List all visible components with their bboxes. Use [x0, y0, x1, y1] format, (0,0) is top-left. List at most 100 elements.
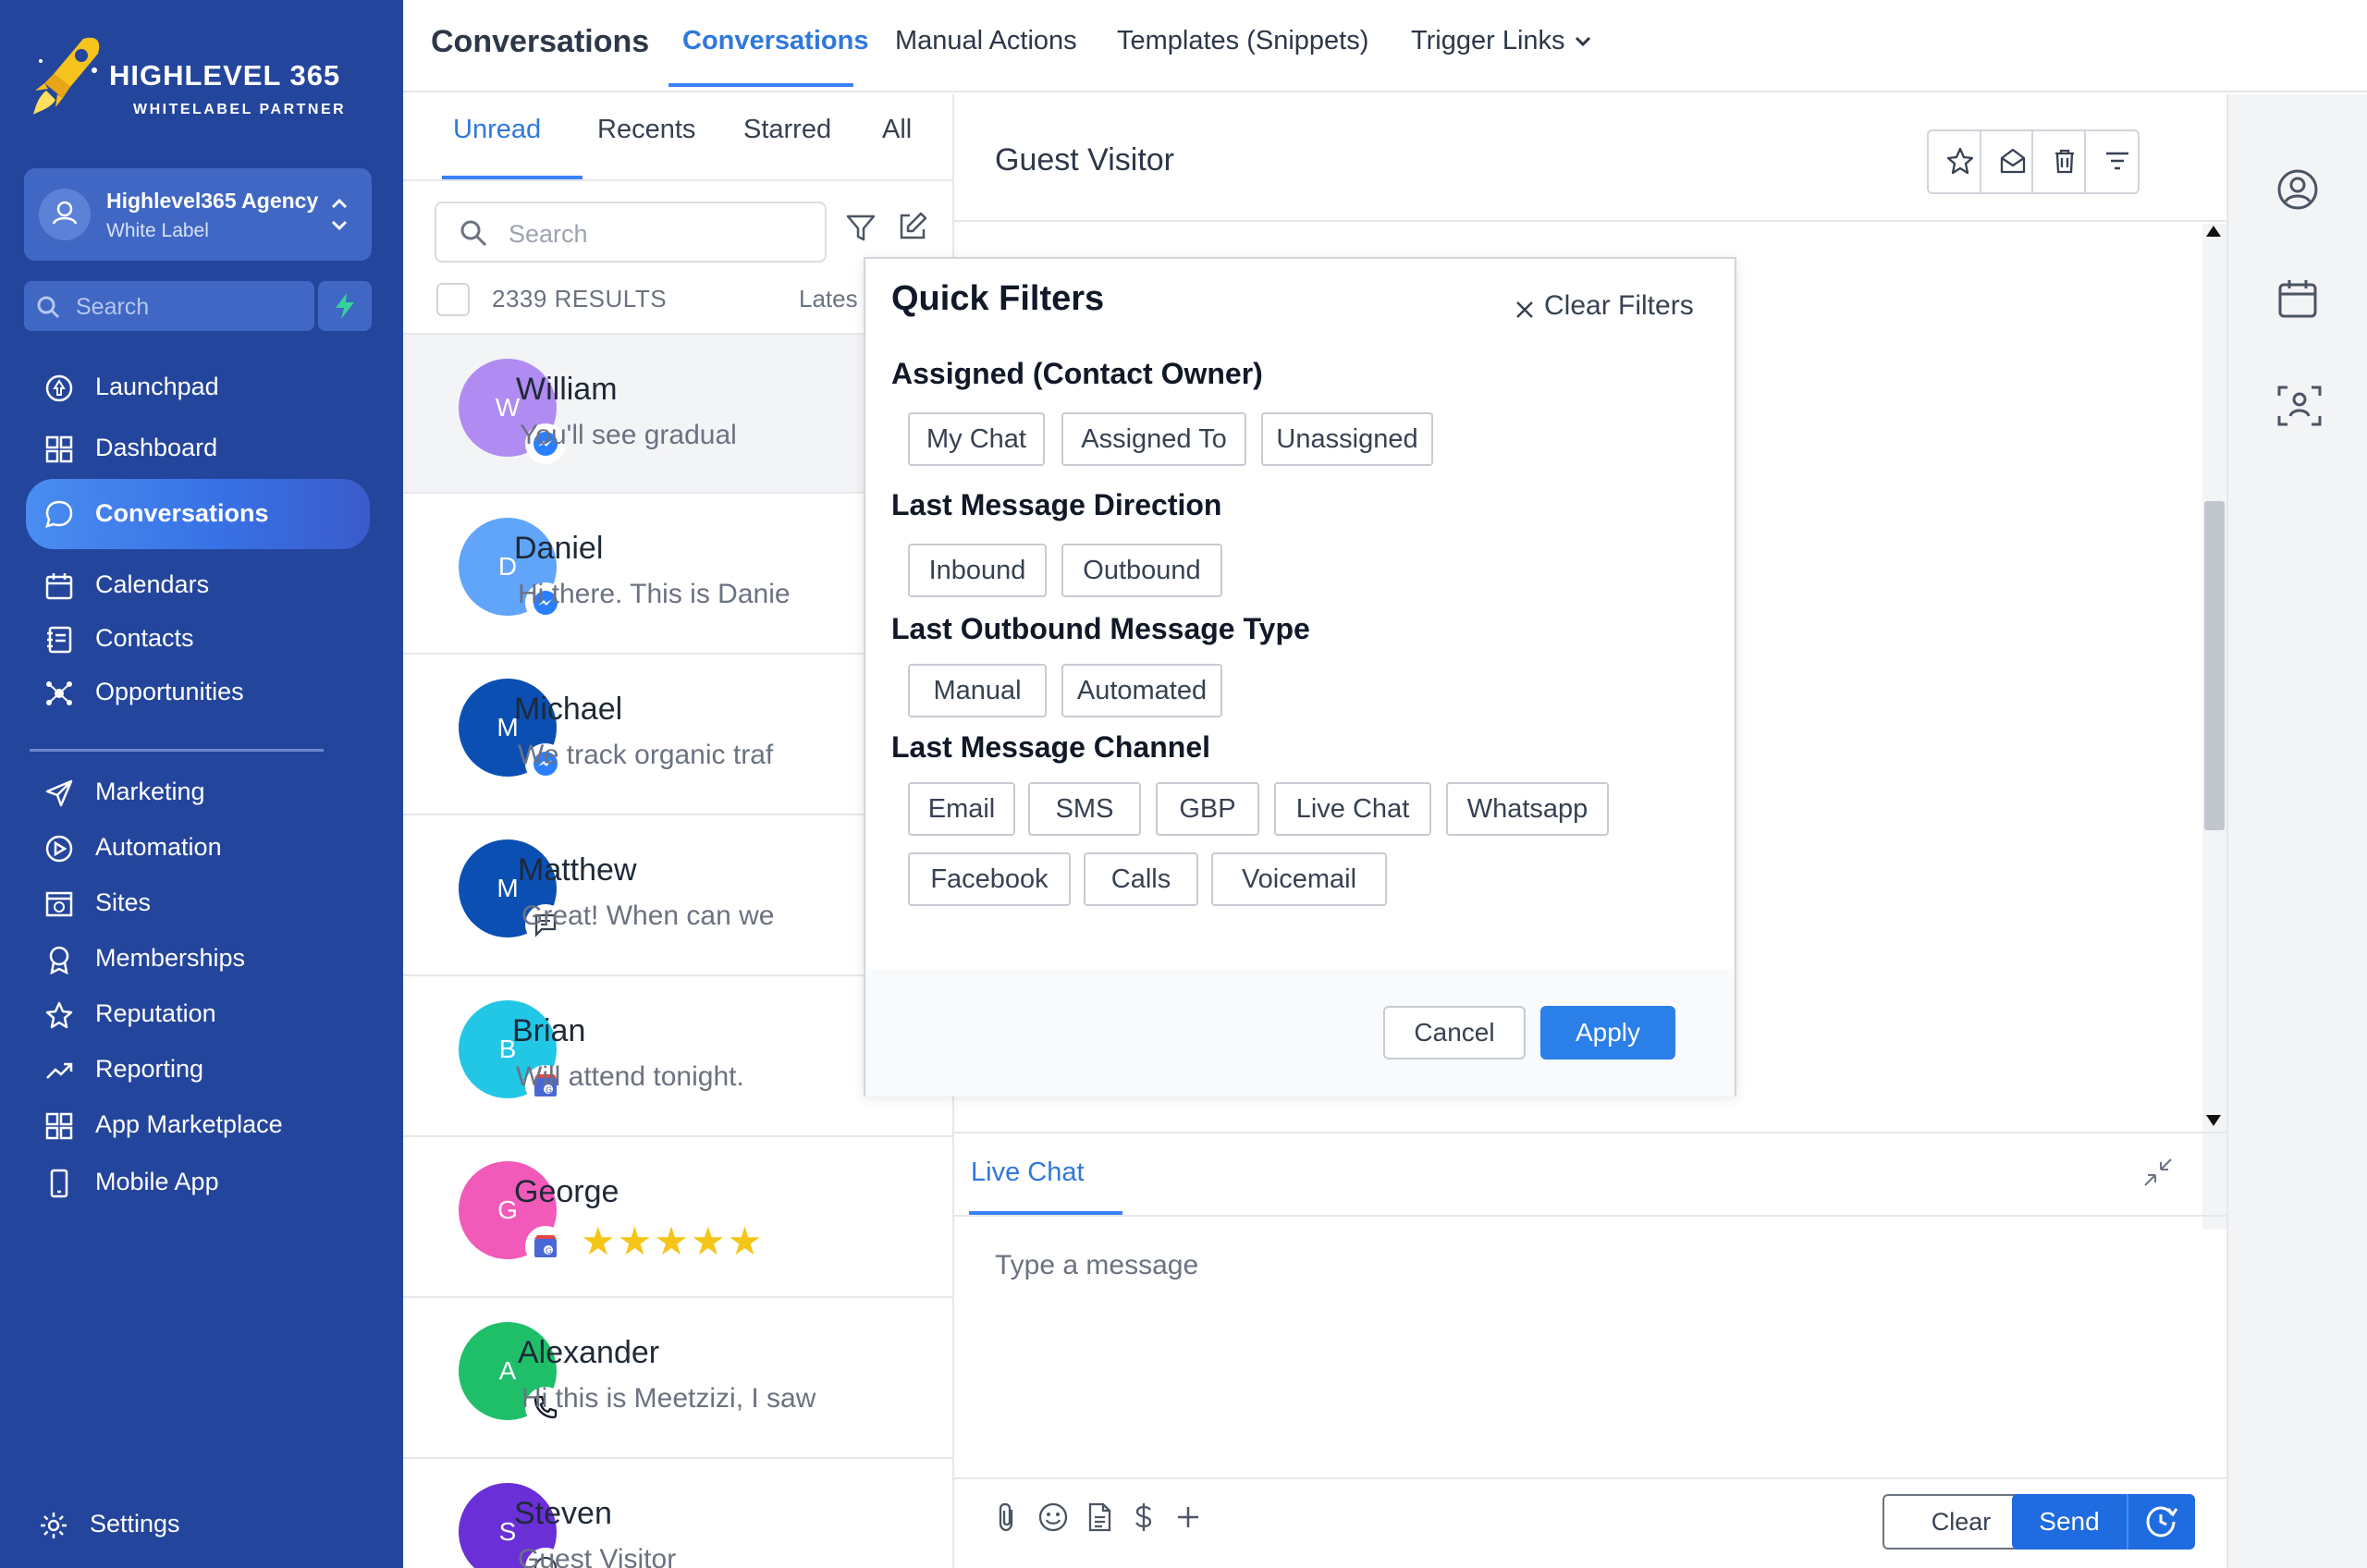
filter-chip-whatsapp[interactable]: Whatsapp [1446, 782, 1609, 836]
sidebar-item-settings[interactable]: Settings [20, 1498, 364, 1550]
apply-button[interactable]: Apply [1540, 1006, 1675, 1060]
conversation-name: Daniel [514, 531, 604, 566]
apps-icon [44, 1111, 74, 1141]
sidebar-item-calendars[interactable]: Calendars [26, 558, 370, 610]
calendar-icon [44, 571, 74, 601]
user-icon [52, 201, 78, 225]
conversation-name: George [514, 1174, 619, 1209]
conversation-preview: Hi this is Meetzizi, I saw [521, 1383, 816, 1414]
tab-trigger-links[interactable]: Trigger Links [1411, 26, 1565, 56]
rating-stars: ★★★★★ [581, 1219, 765, 1263]
conversation-item[interactable]: S Steven Guest Visitor [403, 1457, 952, 1568]
sidebar-item-contacts[interactable]: Contacts [26, 612, 370, 664]
sidebar-item-launchpad[interactable]: Launchpad [26, 361, 370, 412]
clear-filters-label: Clear Filters [1544, 290, 1694, 321]
rocket-icon [44, 374, 74, 403]
star-button[interactable] [1929, 131, 1981, 192]
tab-live-chat[interactable]: Live Chat [971, 1158, 1085, 1188]
sidebar-item-label: Mobile App [95, 1168, 219, 1195]
filter-chip-inbound[interactable]: Inbound [908, 544, 1047, 597]
tab-recents[interactable]: Recents [597, 115, 695, 145]
filter-chip-email[interactable]: Email [908, 782, 1015, 836]
conversation-item[interactable]: A Alexander Hi this is Meetzizi, I saw [403, 1296, 952, 1455]
award-icon [44, 945, 74, 974]
filter-chip-gbp[interactable]: GBP [1156, 782, 1259, 836]
document-icon[interactable] [1084, 1501, 1115, 1533]
sidebar-item-label: Contacts [95, 624, 194, 652]
tab-all[interactable]: All [882, 115, 912, 145]
filter-chip-outbound[interactable]: Outbound [1061, 544, 1222, 597]
filter-chip-sms[interactable]: SMS [1028, 782, 1141, 836]
tab-unread[interactable]: Unread [453, 115, 541, 145]
filter-chip-automated[interactable]: Automated [1061, 664, 1222, 717]
paperclip-icon[interactable] [991, 1501, 1023, 1533]
mark-unread-button[interactable] [1981, 131, 2034, 192]
conversation-item[interactable]: G G George ★★★★★ [403, 1135, 952, 1294]
emoji-icon[interactable] [1037, 1501, 1069, 1533]
scrollbar-thumb[interactable] [2204, 501, 2225, 830]
tab-starred[interactable]: Starred [743, 115, 831, 145]
sidebar-item-app-marketplace[interactable]: App Marketplace [26, 1098, 370, 1150]
sidebar-item-sites[interactable]: Sites [26, 876, 370, 928]
sidebar-item-dashboard[interactable]: Dashboard [26, 422, 370, 473]
search-icon [459, 218, 488, 248]
sidebar-item-mobile-app[interactable]: Mobile App [26, 1156, 370, 1207]
dollar-icon[interactable] [1128, 1501, 1159, 1533]
sidebar-item-automation[interactable]: Automation [26, 821, 370, 873]
filter-chip-assigned-to[interactable]: Assigned To [1061, 412, 1246, 466]
page-title: Conversations [431, 24, 650, 59]
sidebar-item-label: App Marketplace [95, 1110, 283, 1138]
filter-chip-unassigned[interactable]: Unassigned [1261, 412, 1433, 466]
collapse-icon[interactable] [2140, 1154, 2177, 1191]
filter-chip-calls[interactable]: Calls [1084, 852, 1198, 906]
conversation-search-input[interactable]: Search [435, 202, 827, 263]
brand-subtitle: WHITELABEL PARTNER [133, 102, 347, 117]
select-all-checkbox[interactable] [436, 283, 470, 316]
filter-chip-voicemail[interactable]: Voicemail [1211, 852, 1387, 906]
agency-switcher[interactable]: Highlevel365 Agency White Label [24, 168, 372, 261]
trending-up-icon [44, 1056, 74, 1085]
scroll-up-arrow-icon[interactable] [2206, 226, 2221, 237]
schedule-send-button[interactable] [2128, 1494, 2195, 1550]
brand-title: HIGHLEVEL 365 [109, 59, 341, 92]
conversation-name: Brian [512, 1013, 586, 1048]
filter-chip-live-chat[interactable]: Live Chat [1274, 782, 1431, 836]
sidebar-item-label: Settings [90, 1510, 180, 1537]
clock-icon [2146, 1506, 2178, 1537]
sidebar-item-reputation[interactable]: Reputation [26, 987, 370, 1039]
team-icon[interactable] [2276, 385, 2323, 427]
sidebar-search-input[interactable]: Search [24, 281, 314, 331]
sort-dropdown[interactable]: Lates [799, 285, 858, 313]
calendar-icon[interactable] [2276, 277, 2319, 320]
plus-icon[interactable] [1172, 1501, 1204, 1533]
scroll-down-arrow-icon[interactable] [2206, 1115, 2221, 1126]
sidebar-item-conversations[interactable]: Conversations [26, 479, 370, 549]
filter-icon[interactable] [845, 213, 877, 244]
gbp-icon: G [525, 1226, 566, 1267]
tab-conversations[interactable]: Conversations [682, 26, 868, 56]
sidebar-item-marketing[interactable]: Marketing [26, 766, 370, 817]
contacts-icon [44, 625, 74, 655]
sidebar-item-memberships[interactable]: Memberships [26, 932, 370, 984]
quick-action-button[interactable] [318, 281, 372, 331]
tab-manual-actions[interactable]: Manual Actions [895, 26, 1077, 56]
filter-chip-manual[interactable]: Manual [908, 664, 1047, 717]
lightning-icon [336, 293, 354, 319]
sidebar-item-reporting[interactable]: Reporting [26, 1043, 370, 1095]
tab-templates[interactable]: Templates (Snippets) [1117, 26, 1368, 56]
message-input[interactable]: Type a message [995, 1250, 1198, 1281]
cancel-button[interactable]: Cancel [1383, 1006, 1526, 1060]
divider [954, 1132, 2226, 1133]
agency-avatar [39, 189, 91, 240]
filter-chip-facebook[interactable]: Facebook [908, 852, 1071, 906]
compose-icon[interactable] [897, 211, 928, 242]
clear-filters-button[interactable]: Clear Filters [1515, 290, 1736, 331]
filter-chip-my-chat[interactable]: My Chat [908, 412, 1045, 466]
user-circle-icon[interactable] [2276, 168, 2319, 211]
send-button[interactable]: Send [2012, 1494, 2127, 1550]
filter-button[interactable] [2086, 131, 2138, 192]
sidebar-item-opportunities[interactable]: Opportunities [26, 666, 370, 717]
results-count: 2339 RESULTS [492, 285, 668, 312]
agency-name: Highlevel365 Agency [106, 189, 319, 213]
delete-button[interactable] [2033, 131, 2086, 192]
